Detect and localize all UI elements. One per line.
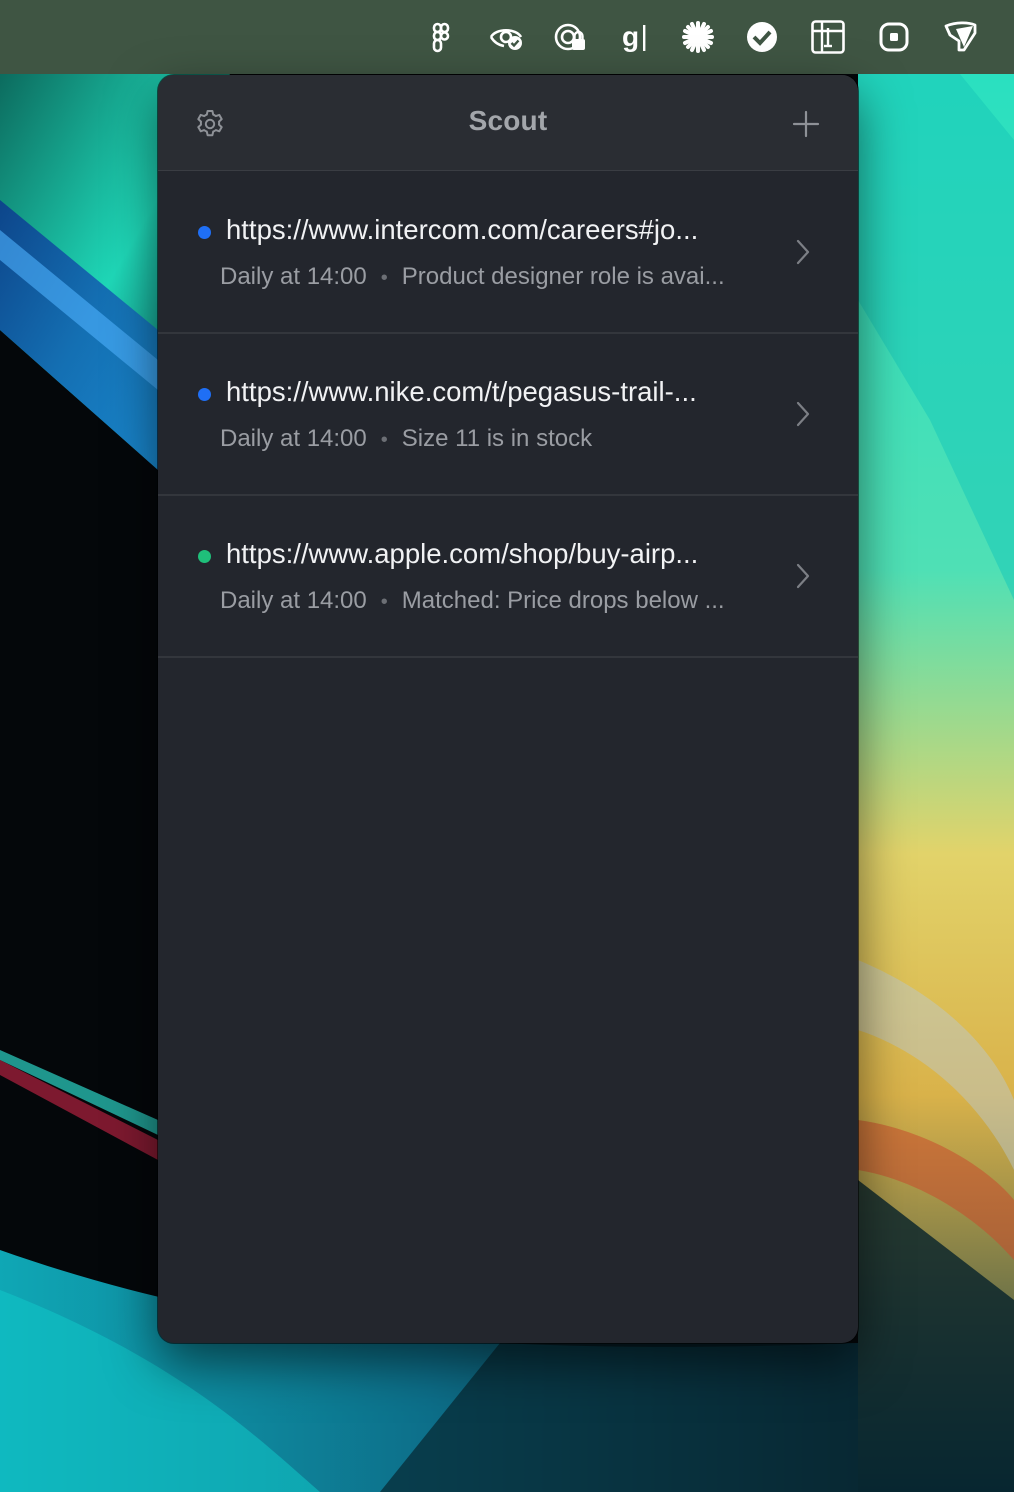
- watch-url: https://www.apple.com/shop/buy-airp...: [226, 538, 699, 569]
- status-dot: [198, 550, 211, 563]
- watch-status: Product designer role is avai...: [401, 263, 725, 290]
- password-lock-icon[interactable]: [550, 17, 590, 57]
- watch-meta: Daily at 14:00 • Matched: Price drops belo…: [220, 587, 760, 615]
- panel-title: Scout: [468, 105, 548, 136]
- watch-row[interactable]: https://www.nike.com/t/pegasus-trail-...…: [158, 334, 858, 496]
- eye-check-icon[interactable]: [486, 17, 526, 57]
- scout-panel: Scout https://www.intercom.com/careers#j…: [158, 75, 858, 1343]
- asterisk-icon[interactable]: [678, 17, 718, 57]
- watch-list: https://www.intercom.com/careers#jo... D…: [158, 172, 858, 658]
- watch-url: https://www.nike.com/t/pegasus-trail-...: [226, 376, 697, 407]
- status-dot: [198, 388, 211, 401]
- add-plus-icon[interactable]: [790, 108, 822, 140]
- separator-dot: •: [380, 267, 388, 289]
- separator-dot: •: [380, 429, 388, 451]
- watch-row[interactable]: https://www.apple.com/shop/buy-airp... D…: [158, 496, 858, 658]
- text-cursor-icon[interactable]: [808, 17, 848, 57]
- separator-dot: •: [380, 591, 388, 613]
- watch-schedule: Daily at 14:00: [220, 587, 367, 614]
- watch-row[interactable]: https://www.intercom.com/careers#jo... D…: [158, 172, 858, 334]
- watch-schedule: Daily at 14:00: [220, 263, 367, 290]
- watch-status: Matched: Price drops below ...: [401, 587, 725, 614]
- rounded-square-icon[interactable]: [874, 17, 914, 57]
- watch-meta: Daily at 14:00 • Size 11 is in stock: [220, 425, 760, 453]
- scout-icon[interactable]: [940, 17, 980, 57]
- chevron-right-icon: [796, 563, 810, 589]
- menu-bar: g: [0, 0, 1014, 74]
- watch-schedule: Daily at 14:00: [220, 425, 367, 452]
- watch-meta: Daily at 14:00 • Product designer role is …: [220, 263, 760, 291]
- check-circle-icon[interactable]: [742, 17, 782, 57]
- figma-icon[interactable]: [421, 17, 461, 57]
- panel-header: Scout: [158, 75, 858, 171]
- chevron-right-icon: [796, 401, 810, 427]
- svg-text:g: g: [622, 21, 639, 52]
- grammarly-icon[interactable]: g: [614, 17, 654, 57]
- watch-status: Size 11 is in stock: [401, 425, 593, 452]
- status-dot: [198, 226, 211, 239]
- chevron-right-icon: [796, 239, 810, 265]
- watch-url: https://www.intercom.com/careers#jo...: [226, 214, 699, 245]
